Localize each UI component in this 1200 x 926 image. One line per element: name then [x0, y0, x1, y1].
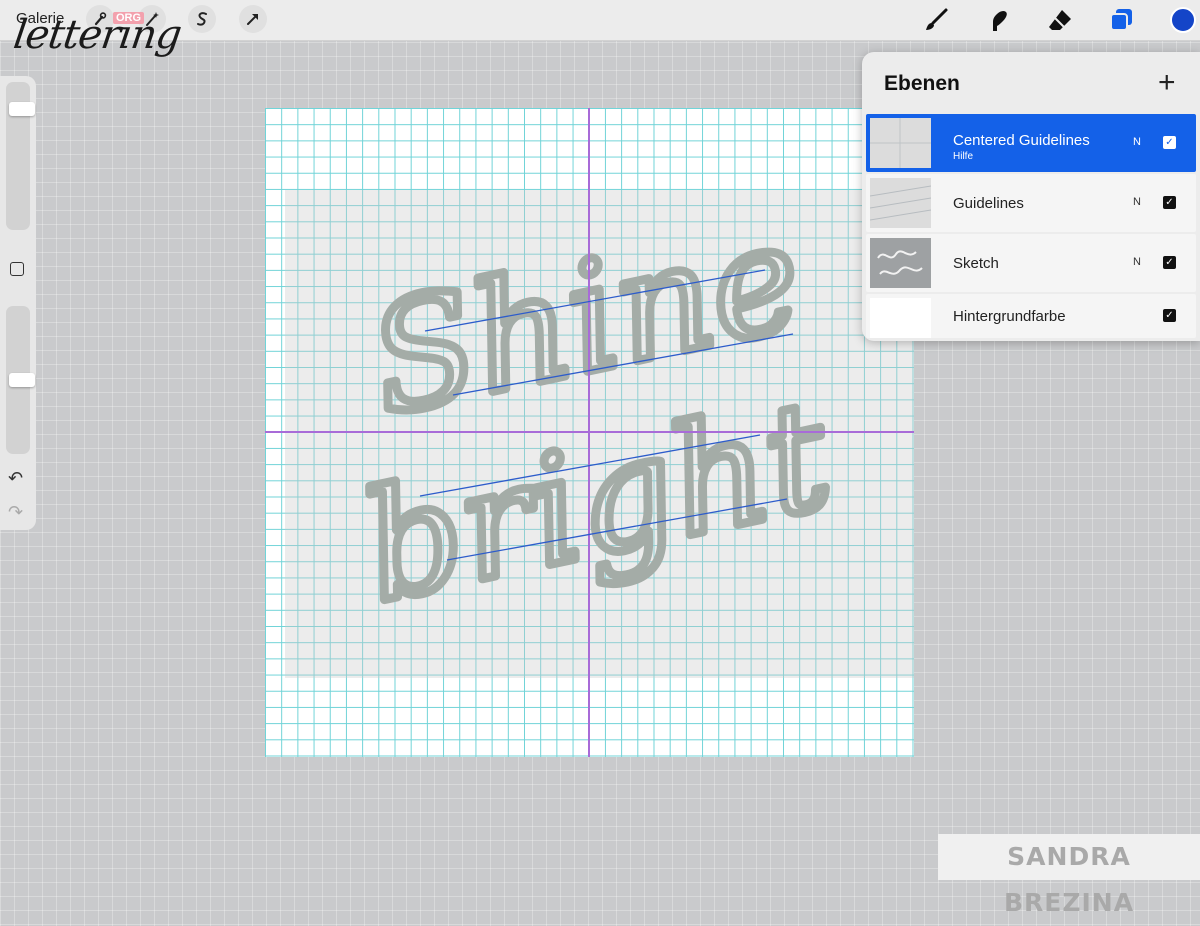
selection-s-icon[interactable]: [188, 5, 216, 33]
smudge-icon[interactable]: [984, 6, 1012, 34]
layer-row-centered-guidelines[interactable]: Centered Guidelines Hilfe N ✓: [866, 114, 1196, 172]
layer-name: Centered Guidelines: [953, 132, 1090, 149]
left-sidebar: ↶ ↷: [0, 76, 36, 530]
layers-panel: Ebenen + Centered Guidelines Hilfe N ✓ G…: [862, 52, 1200, 341]
eraser-icon[interactable]: [1046, 6, 1074, 34]
logo-badge: ORG: [113, 12, 145, 24]
watermark: SANDRA BREZINA: [938, 834, 1200, 917]
blend-mode-button[interactable]: N: [1133, 136, 1141, 148]
transform-arrow-icon[interactable]: [239, 5, 267, 33]
visibility-checkbox[interactable]: ✓: [1163, 196, 1176, 209]
brush-size-thumb[interactable]: [9, 102, 35, 116]
undo-icon[interactable]: ↶: [8, 468, 23, 489]
layer-thumbnail: [870, 118, 931, 168]
blend-mode-button[interactable]: N: [1133, 196, 1141, 208]
layer-row-sketch[interactable]: Sketch N ✓: [866, 234, 1196, 292]
layer-row-guidelines[interactable]: Guidelines N ✓: [866, 174, 1196, 232]
blend-mode-button[interactable]: N: [1133, 256, 1141, 268]
plus-icon[interactable]: +: [1158, 66, 1176, 100]
top-toolbar: Galerie lettering ORG: [0, 0, 1200, 58]
layer-name: Hintergrundfarbe: [953, 308, 1066, 325]
layer-thumbnail: [870, 238, 931, 288]
color-picker-button[interactable]: [1170, 7, 1196, 33]
lettering-logo: lettering: [10, 12, 184, 58]
brush-size-slider[interactable]: [6, 82, 35, 230]
layer-name: Guidelines: [953, 195, 1024, 212]
brush-opacity-thumb[interactable]: [9, 373, 35, 387]
layer-thumbnail: [870, 298, 931, 338]
layer-subtitle: Hilfe: [953, 151, 974, 162]
visibility-checkbox[interactable]: ✓: [1163, 136, 1176, 149]
brush-icon[interactable]: [922, 6, 950, 34]
layers-panel-title: Ebenen: [884, 72, 960, 95]
visibility-checkbox[interactable]: ✓: [1163, 256, 1176, 269]
brush-opacity-slider[interactable]: [6, 306, 35, 454]
layers-icon[interactable]: [1108, 6, 1136, 34]
redo-icon[interactable]: ↷: [8, 502, 23, 523]
modify-button[interactable]: [10, 262, 24, 276]
visibility-checkbox[interactable]: ✓: [1163, 309, 1176, 322]
layer-thumbnail: [870, 178, 931, 228]
layer-row-background-color[interactable]: Hintergrundfarbe ✓: [866, 294, 1196, 338]
canvas-artwork: Shine bright: [265, 108, 914, 757]
layer-name: Sketch: [953, 255, 999, 272]
drawing-canvas[interactable]: Shine bright: [265, 108, 914, 757]
